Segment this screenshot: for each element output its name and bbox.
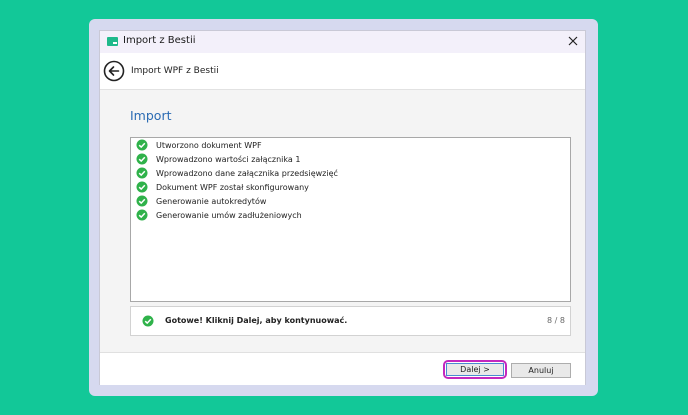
log-item: Utworzono dokument WPF (136, 138, 262, 152)
wizard-header: Import WPF z Bestii (100, 53, 585, 90)
dialog-footer: Dalej > Anuluj (100, 352, 585, 385)
log-item-label: Generowanie umów zadłużeniowych (156, 210, 302, 220)
log-item-label: Wprowadzono dane załącznika przedsięwzię… (156, 168, 338, 178)
log-item: Wprowadzono wartości załącznika 1 (136, 152, 300, 166)
progress-count: 8 / 8 (547, 316, 565, 325)
check-circle-icon (142, 315, 154, 327)
log-item-label: Utworzono dokument WPF (156, 140, 262, 150)
next-button[interactable]: Dalej > (446, 363, 504, 376)
log-item: Wprowadzono dane załącznika przedsięwzię… (136, 166, 338, 180)
wizard-title: Import WPF z Bestii (131, 66, 219, 76)
log-item-label: Generowanie autokredytów (156, 196, 267, 206)
title-bar: Import z Bestii (100, 31, 585, 53)
back-button[interactable] (103, 60, 125, 82)
import-dialog: Import z Bestii Import WPF z Bestii Impo… (99, 30, 586, 385)
check-circle-icon (136, 181, 148, 193)
arrow-left-circle-icon (103, 60, 125, 82)
progress-log[interactable]: Utworzono dokument WPF Wprowadzono warto… (130, 137, 571, 302)
section-title: Import (130, 108, 172, 123)
app-icon (107, 37, 118, 46)
check-circle-icon (136, 195, 148, 207)
wizard-content: Import Utworzono dokument WPF Wprowadzon… (100, 90, 585, 352)
check-circle-icon (136, 167, 148, 179)
status-bar: Gotowe! Kliknij Dalej, aby kontynuować. … (130, 306, 571, 336)
log-item: Generowanie autokredytów (136, 194, 266, 208)
check-circle-icon (136, 209, 148, 221)
check-circle-icon (136, 139, 148, 151)
log-item: Generowanie umów zadłużeniowych (136, 208, 302, 222)
window-title: Import z Bestii (123, 35, 196, 46)
check-circle-icon (136, 153, 148, 165)
next-button-highlight: Dalej > (443, 360, 507, 379)
log-item: Dokument WPF został skonfigurowany (136, 180, 309, 194)
cancel-button[interactable]: Anuluj (511, 363, 571, 378)
log-item-label: Dokument WPF został skonfigurowany (156, 182, 309, 192)
status-message: Gotowe! Kliknij Dalej, aby kontynuować. (165, 316, 348, 325)
log-item-label: Wprowadzono wartości załącznika 1 (156, 154, 301, 164)
close-button[interactable] (565, 33, 581, 49)
close-icon (568, 36, 578, 46)
